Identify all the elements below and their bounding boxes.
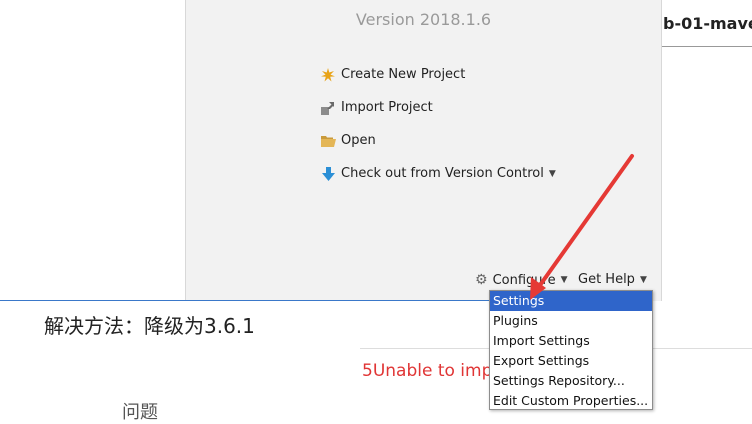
chevron-down-icon: ▼ — [548, 168, 556, 179]
solution-text: 解决方法：降级为3.6.1 — [44, 314, 255, 338]
get-help-label: Get Help — [578, 272, 635, 287]
open-action[interactable]: Open — [320, 124, 556, 157]
window-bottom-border — [0, 300, 490, 301]
editor-tab-label[interactable]: b-01-mave — [663, 14, 752, 33]
menu-item-settings-repository[interactable]: Settings Repository... — [490, 371, 652, 391]
open-label: Open — [341, 133, 376, 148]
get-help-dropdown[interactable]: Get Help ▼ — [578, 272, 647, 287]
menu-item-export-settings[interactable]: Export Settings — [490, 351, 652, 371]
version-label: Version 2018.1.6 — [355, 10, 492, 29]
download-arrow-icon — [320, 166, 336, 182]
welcome-window: Version 2018.1.6 Create New Project Impo… — [185, 0, 662, 301]
create-new-project-label: Create New Project — [341, 67, 466, 82]
menu-item-edit-custom-properties[interactable]: Edit Custom Properties... — [490, 391, 652, 411]
checkout-vcs-action[interactable]: Check out from Version Control ▼ — [320, 157, 556, 190]
menu-item-plugins[interactable]: Plugins — [490, 311, 652, 331]
partial-text: 问题 — [122, 402, 158, 423]
menu-item-settings[interactable]: Settings — [490, 291, 652, 311]
import-project-label: Import Project — [341, 100, 433, 115]
create-new-project-action[interactable]: Create New Project — [320, 58, 556, 91]
menu-item-import-settings[interactable]: Import Settings — [490, 331, 652, 351]
import-project-action[interactable]: Import Project — [320, 91, 556, 124]
configure-dropdown[interactable]: ⚙ Configure ▼ — [475, 272, 568, 288]
new-project-icon — [320, 67, 336, 83]
import-project-icon — [320, 100, 336, 116]
configure-menu: Settings Plugins Import Settings Export … — [489, 290, 653, 410]
welcome-actions: Create New Project Import Project Open C… — [320, 58, 556, 190]
gear-icon: ⚙ — [475, 272, 488, 288]
folder-open-icon — [320, 133, 336, 149]
configure-label: Configure — [492, 272, 556, 288]
chevron-down-icon: ▼ — [639, 274, 647, 285]
checkout-vcs-label: Check out from Version Control — [341, 166, 544, 181]
chevron-down-icon: ▼ — [560, 275, 568, 285]
